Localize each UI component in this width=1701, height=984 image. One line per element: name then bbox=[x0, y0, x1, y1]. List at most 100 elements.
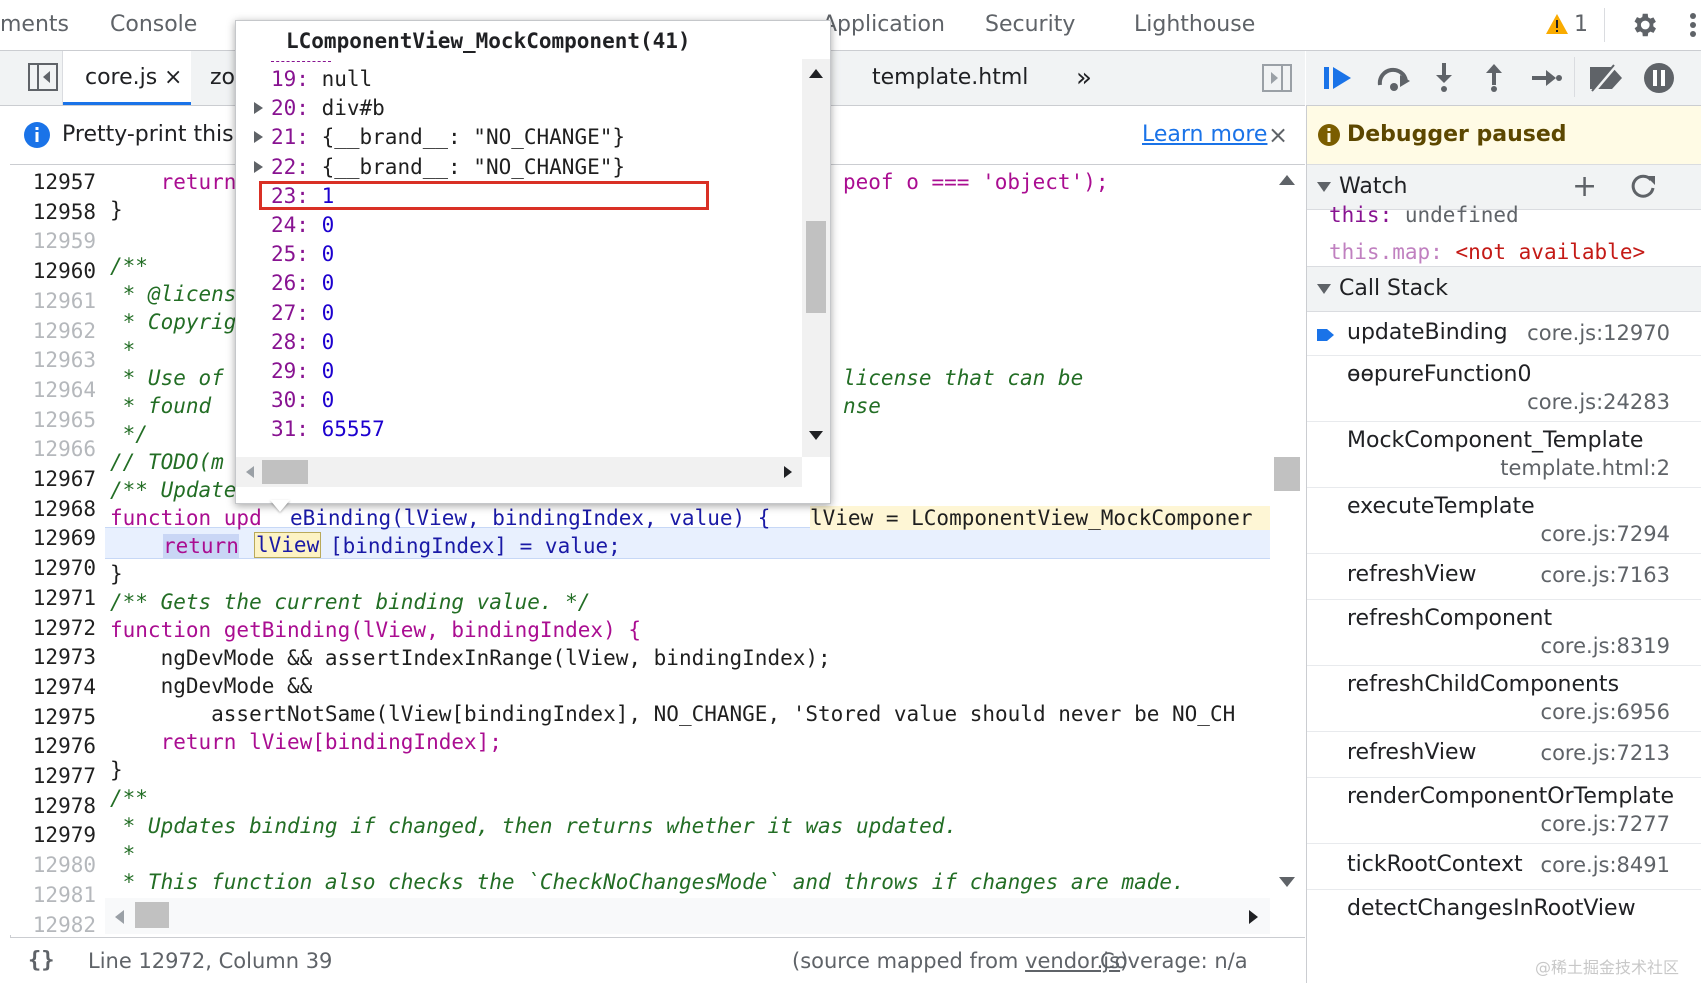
popover-scrollbar[interactable] bbox=[802, 59, 830, 457]
more-menu-icon[interactable] bbox=[1688, 8, 1701, 42]
call-frame[interactable]: executeTemplate core.js:7294 bbox=[1307, 488, 1701, 552]
toggle-navigator-icon[interactable] bbox=[28, 63, 58, 95]
call-frame[interactable]: renderComponentOrTemplate core.js:7277 bbox=[1307, 778, 1701, 842]
line-number[interactable]: 12969 bbox=[10, 526, 96, 550]
object-preview-popover[interactable]: LComponentView_MockComponent(41) 19: nul… bbox=[235, 20, 831, 504]
resume-icon[interactable] bbox=[1322, 63, 1354, 97]
popover-row[interactable]: 24: 0 bbox=[271, 213, 334, 237]
tab-application[interactable]: Application bbox=[822, 0, 945, 50]
expand-triangle-icon[interactable] bbox=[254, 160, 263, 173]
line-number[interactable]: 12970 bbox=[10, 556, 96, 580]
step-icon[interactable] bbox=[1530, 65, 1562, 95]
line-number[interactable]: 12978 bbox=[10, 794, 96, 818]
scroll-down-icon[interactable] bbox=[1279, 877, 1295, 887]
close-icon[interactable]: × bbox=[164, 51, 182, 105]
line-number[interactable]: 12972 bbox=[10, 616, 96, 640]
popover-row[interactable]: 22: {__brand__: "NO_CHANGE"} bbox=[254, 155, 625, 179]
call-frame[interactable]: refreshView core.js:7213 bbox=[1307, 732, 1701, 776]
close-icon[interactable]: × bbox=[1268, 106, 1288, 164]
popover-row[interactable]: 20: div#b bbox=[254, 96, 385, 120]
popover-horizontal-scrollbar[interactable] bbox=[236, 457, 802, 487]
tab-elements[interactable]: ments bbox=[0, 0, 69, 50]
scrollbar-thumb[interactable] bbox=[806, 221, 826, 313]
call-frame[interactable]: detectChangesInRootView bbox=[1307, 890, 1701, 954]
line-number[interactable]: 12962 bbox=[10, 319, 96, 343]
more-tabs-icon[interactable]: » bbox=[1076, 51, 1092, 105]
call-frame[interactable]: tickRootContext core.js:8491 bbox=[1307, 844, 1701, 888]
call-frame[interactable]: updateBinding core.js:12970 bbox=[1307, 311, 1701, 355]
line-number[interactable]: 12958 bbox=[10, 200, 96, 224]
line-number[interactable]: 12963 bbox=[10, 348, 96, 372]
expand-triangle-icon[interactable] bbox=[254, 102, 263, 115]
line-number[interactable]: 12976 bbox=[10, 734, 96, 758]
line-number[interactable]: 12977 bbox=[10, 764, 96, 788]
deactivate-breakpoints-icon[interactable] bbox=[1586, 63, 1626, 97]
watch-expression[interactable]: this.map: <not available> bbox=[1329, 237, 1645, 267]
scrollbar-thumb[interactable] bbox=[262, 460, 308, 484]
scroll-up-icon[interactable] bbox=[809, 69, 823, 78]
pause-on-exceptions-icon[interactable] bbox=[1642, 61, 1676, 99]
learn-more-link[interactable]: Learn more bbox=[1142, 106, 1267, 164]
popover-row[interactable]: 19: null bbox=[271, 67, 372, 91]
refresh-icon[interactable] bbox=[1629, 172, 1657, 216]
call-frame[interactable]: refreshView core.js:7163 bbox=[1307, 554, 1701, 598]
line-number[interactable]: 12981 bbox=[10, 883, 96, 907]
tab-security[interactable]: Security bbox=[985, 0, 1075, 50]
scrollbar-thumb[interactable] bbox=[135, 902, 169, 928]
pretty-print-icon[interactable]: {} bbox=[28, 938, 55, 984]
popover-row[interactable]: 26: 0 bbox=[271, 271, 334, 295]
call-frame[interactable]: MockComponent_Template template.html:2 bbox=[1307, 422, 1701, 486]
call-frame[interactable]: refreshChildComponents core.js:6956 bbox=[1307, 666, 1701, 730]
line-number[interactable]: 12971 bbox=[10, 586, 96, 610]
expand-triangle-icon[interactable] bbox=[254, 131, 263, 144]
line-number[interactable]: 12966 bbox=[10, 437, 96, 461]
popover-row[interactable]: 31: 65557 bbox=[271, 417, 385, 441]
line-number[interactable]: 12957 bbox=[10, 170, 96, 194]
tab-console[interactable]: Console bbox=[110, 0, 197, 50]
line-number[interactable]: 12959 bbox=[10, 229, 96, 253]
line-number[interactable]: 12975 bbox=[10, 705, 96, 729]
scroll-right-icon[interactable] bbox=[784, 466, 792, 478]
toggle-debugger-icon[interactable] bbox=[1262, 64, 1292, 96]
line-number[interactable]: 12960 bbox=[10, 259, 96, 283]
call-frame[interactable]: refreshComponent core.js:8319 bbox=[1307, 600, 1701, 664]
call-stack-section-header[interactable]: Call Stack bbox=[1307, 266, 1701, 312]
line-number[interactable]: 12968 bbox=[10, 497, 96, 521]
popover-row[interactable]: 25: 0 bbox=[271, 242, 334, 266]
line-number[interactable]: 12982 bbox=[10, 913, 96, 937]
watch-expression[interactable]: this: undefined bbox=[1329, 200, 1519, 230]
tab-lighthouse[interactable]: Lighthouse bbox=[1134, 0, 1255, 50]
line-number[interactable]: 12961 bbox=[10, 289, 96, 313]
step-over-icon[interactable] bbox=[1376, 63, 1412, 97]
hovered-token-lview[interactable]: lView bbox=[254, 532, 322, 558]
line-number[interactable]: 12974 bbox=[10, 675, 96, 699]
file-tab-core[interactable]: core.js × bbox=[63, 51, 191, 105]
gear-icon[interactable] bbox=[1629, 10, 1659, 44]
scroll-down-icon[interactable] bbox=[809, 431, 823, 440]
popover-row[interactable]: 27: 0 bbox=[271, 301, 334, 325]
line-number[interactable]: 12973 bbox=[10, 645, 96, 669]
line-number[interactable]: 12964 bbox=[10, 378, 96, 402]
scroll-right-icon[interactable] bbox=[1249, 910, 1258, 924]
call-frame[interactable]: ɵɵpureFunction0 core.js:24283 bbox=[1307, 356, 1701, 420]
line-number[interactable]: 12967 bbox=[10, 467, 96, 491]
popover-row[interactable]: 21: {__brand__: "NO_CHANGE"} bbox=[254, 125, 625, 149]
line-number[interactable]: 12965 bbox=[10, 408, 96, 432]
step-out-icon[interactable] bbox=[1482, 61, 1506, 97]
add-watch-icon[interactable]: + bbox=[1572, 165, 1597, 209]
scroll-up-icon[interactable] bbox=[1279, 175, 1295, 185]
scrollbar-thumb[interactable] bbox=[1274, 457, 1300, 491]
scroll-left-icon[interactable] bbox=[115, 910, 124, 924]
line-number[interactable]: 12979 bbox=[10, 823, 96, 847]
scroll-left-icon[interactable] bbox=[246, 466, 254, 478]
warning-icon[interactable] bbox=[1545, 12, 1569, 40]
file-tab-template[interactable]: template.html bbox=[872, 51, 1028, 105]
popover-row[interactable]: 29: 0 bbox=[271, 359, 334, 383]
step-into-icon[interactable] bbox=[1432, 61, 1456, 97]
popover-row[interactable]: 28: 0 bbox=[271, 330, 334, 354]
code-horizontal-scrollbar[interactable] bbox=[105, 898, 1270, 934]
popover-row[interactable]: 30: 0 bbox=[271, 388, 334, 412]
code-scrollbar[interactable] bbox=[1270, 165, 1304, 895]
file-tab-zone[interactable]: zo bbox=[210, 51, 235, 105]
line-number[interactable]: 12980 bbox=[10, 853, 96, 877]
